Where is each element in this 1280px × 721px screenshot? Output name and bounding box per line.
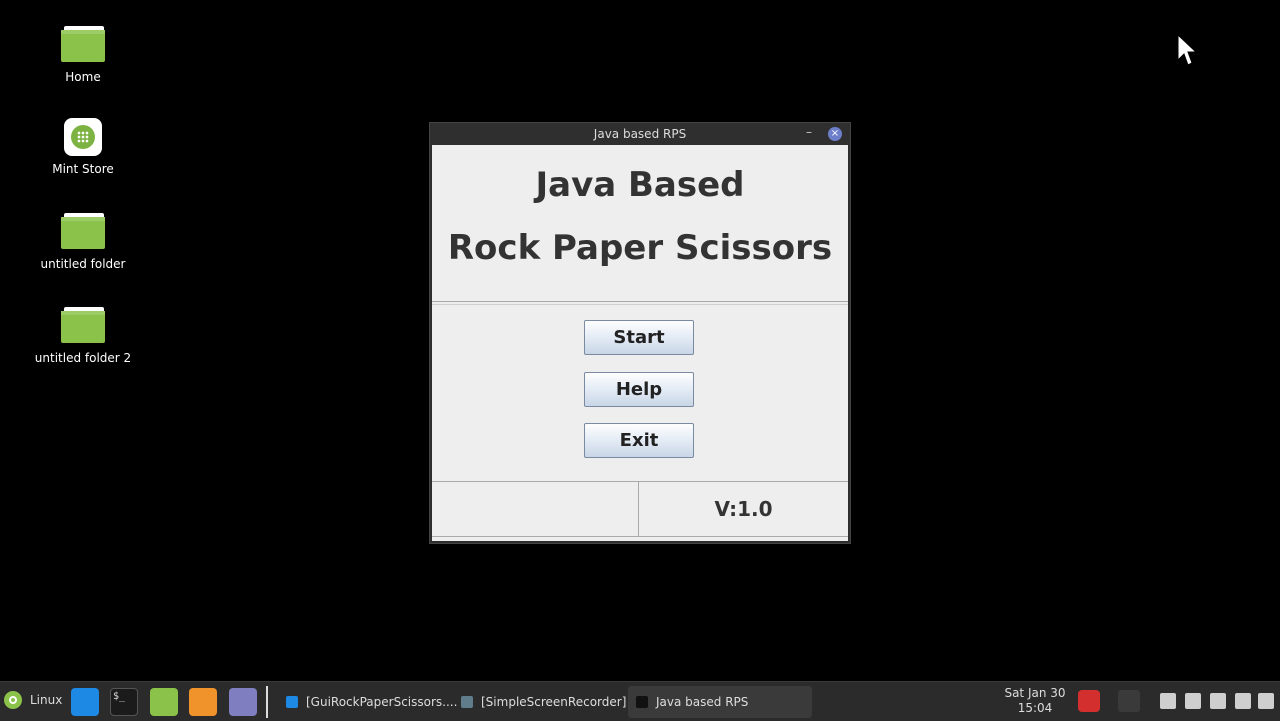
start-menu-button[interactable]: Linux — [4, 691, 62, 709]
mint-logo-icon — [4, 691, 22, 709]
volume-icon[interactable] — [1258, 693, 1274, 709]
terminal-glyph: $_ — [113, 691, 126, 702]
vscode-icon — [286, 696, 298, 708]
status-left-cell — [432, 482, 639, 536]
terminal-launcher-icon[interactable]: $_ — [110, 688, 138, 716]
files-launcher-icon[interactable] — [150, 688, 178, 716]
heading-line-2: Rock Paper Scissors — [447, 228, 833, 268]
lock-icon[interactable] — [1118, 690, 1140, 712]
clock[interactable]: Sat Jan 30 15:04 — [1000, 686, 1070, 716]
folder-icon — [61, 307, 105, 345]
task-screen-recorder[interactable]: [SimpleScreenRecorder] — [453, 686, 631, 718]
taskbar: Linux $_ [GuiRockPaperScissors.... [Simp… — [0, 681, 1280, 721]
header-panel: Java Based Rock Paper Scissors — [432, 145, 848, 302]
desktop-icon-label: Mint Store — [52, 162, 114, 176]
button-panel: Start Help Exit — [432, 305, 848, 480]
folder-icon — [61, 26, 105, 64]
clock-date: Sat Jan 30 — [1004, 686, 1066, 700]
desktop-icon-label: Home — [65, 70, 101, 84]
status-bar: V:1.0 — [432, 481, 848, 542]
java-icon — [636, 696, 648, 708]
screenshot-icon[interactable] — [1160, 693, 1176, 709]
desktop-icon-untitled-folder-2[interactable]: untitled folder 2 — [28, 307, 138, 365]
window-content: Java Based Rock Paper Scissors Start Hel… — [432, 145, 848, 541]
screen-recorder-icon — [461, 696, 473, 708]
close-button[interactable]: × — [828, 127, 842, 141]
task-label: [GuiRockPaperScissors.... — [306, 695, 458, 709]
text-editor-launcher-icon[interactable] — [229, 688, 257, 716]
exit-button[interactable]: Exit — [584, 423, 694, 458]
task-label: [SimpleScreenRecorder] — [481, 695, 627, 709]
task-label: Java based RPS — [656, 695, 749, 709]
menu-label: Linux — [30, 693, 63, 707]
wifi-icon[interactable] — [1235, 693, 1251, 709]
desktop-icon-home[interactable]: Home — [28, 26, 138, 84]
task-java-rps[interactable]: Java based RPS — [628, 686, 812, 718]
clock-time: 15:04 — [1017, 701, 1053, 715]
desktop-icon-untitled-folder[interactable]: untitled folder — [28, 213, 138, 271]
version-label: V:1.0 — [714, 497, 773, 521]
vscode-launcher-icon[interactable] — [71, 688, 99, 716]
taskbar-separator[interactable] — [266, 686, 268, 718]
minimize-button[interactable]: – — [806, 125, 812, 139]
power-icon[interactable] — [1078, 690, 1100, 712]
mint-store-icon — [64, 118, 102, 156]
shield-icon[interactable] — [1210, 693, 1226, 709]
window-title: Java based RPS — [593, 127, 687, 141]
mouse-cursor-icon — [1177, 34, 1196, 66]
desktop-icon-mint-store[interactable]: Mint Store — [28, 118, 138, 176]
desktop-icon-label: untitled folder — [40, 257, 126, 271]
desktop-icon-label: untitled folder 2 — [34, 351, 132, 365]
start-button[interactable]: Start — [584, 320, 694, 355]
clipboard-icon[interactable] — [1185, 693, 1201, 709]
firefox-launcher-icon[interactable] — [189, 688, 217, 716]
task-vscode[interactable]: [GuiRockPaperScissors.... — [278, 686, 466, 718]
window-titlebar[interactable]: Java based RPS – × — [430, 123, 850, 145]
app-window: Java based RPS – × Java Based Rock Paper… — [430, 123, 850, 543]
heading-line-1: Java Based — [535, 165, 745, 205]
folder-icon — [61, 213, 105, 251]
help-button[interactable]: Help — [584, 372, 694, 407]
